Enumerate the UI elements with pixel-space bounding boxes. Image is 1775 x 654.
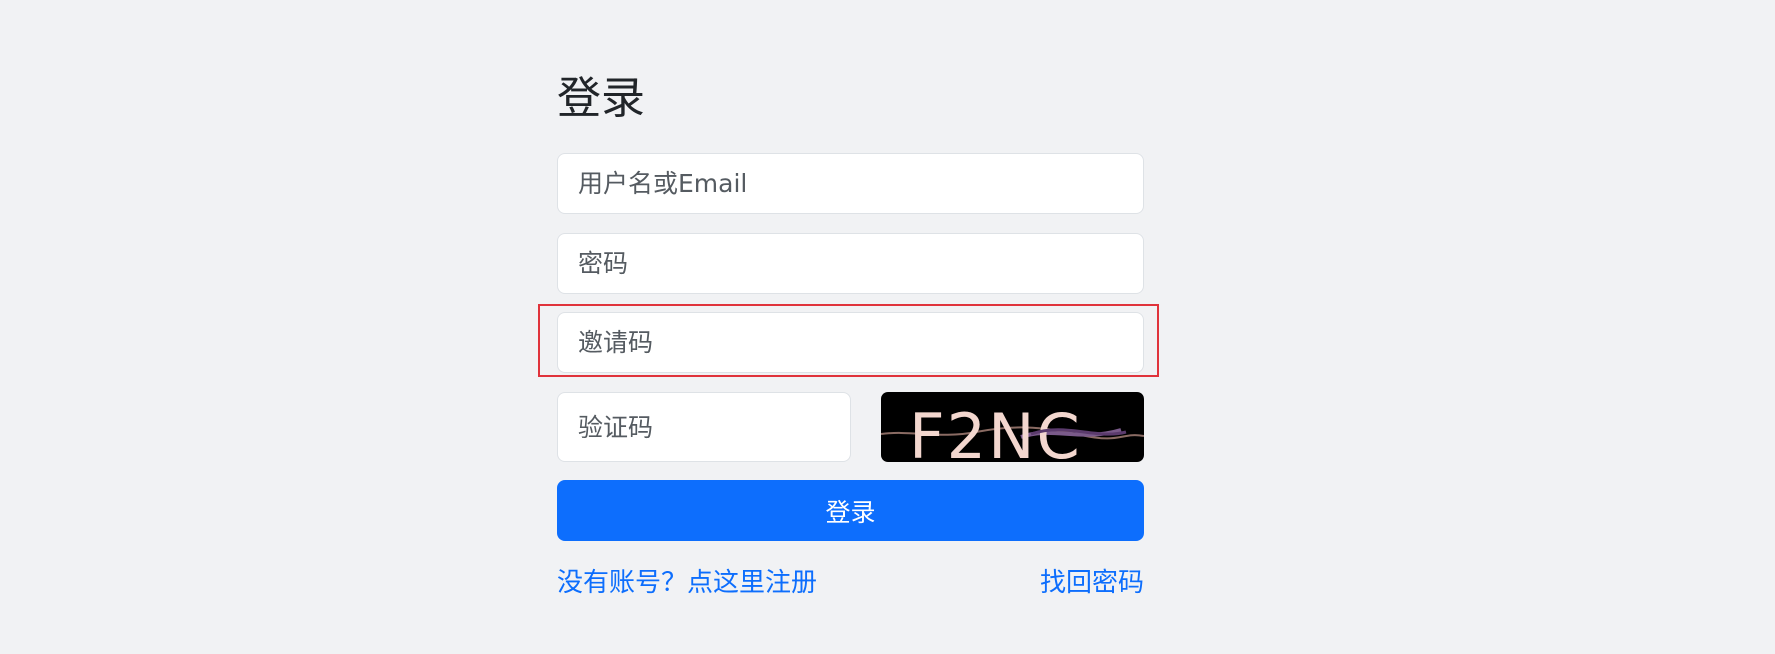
- invite-code-input[interactable]: [557, 312, 1144, 373]
- captcha-image[interactable]: F2NC: [881, 392, 1144, 462]
- captcha-row: F2NC: [557, 392, 1144, 462]
- page-title: 登录: [557, 73, 645, 124]
- captcha-graphic: F2NC: [881, 400, 1144, 462]
- captcha-input[interactable]: [557, 392, 851, 462]
- login-button[interactable]: 登录: [557, 480, 1144, 541]
- register-link[interactable]: 没有账号？点这里注册: [557, 562, 817, 599]
- auth-links: 没有账号？点这里注册 找回密码: [557, 562, 1144, 599]
- password-input[interactable]: [557, 233, 1144, 294]
- forgot-password-link[interactable]: 找回密码: [1040, 562, 1144, 599]
- login-form: 登录 F2NC 登录 没有账号？点这里注册 找回密码: [538, 55, 1159, 599]
- invite-code-group: [538, 304, 1159, 377]
- username-input[interactable]: [557, 153, 1144, 214]
